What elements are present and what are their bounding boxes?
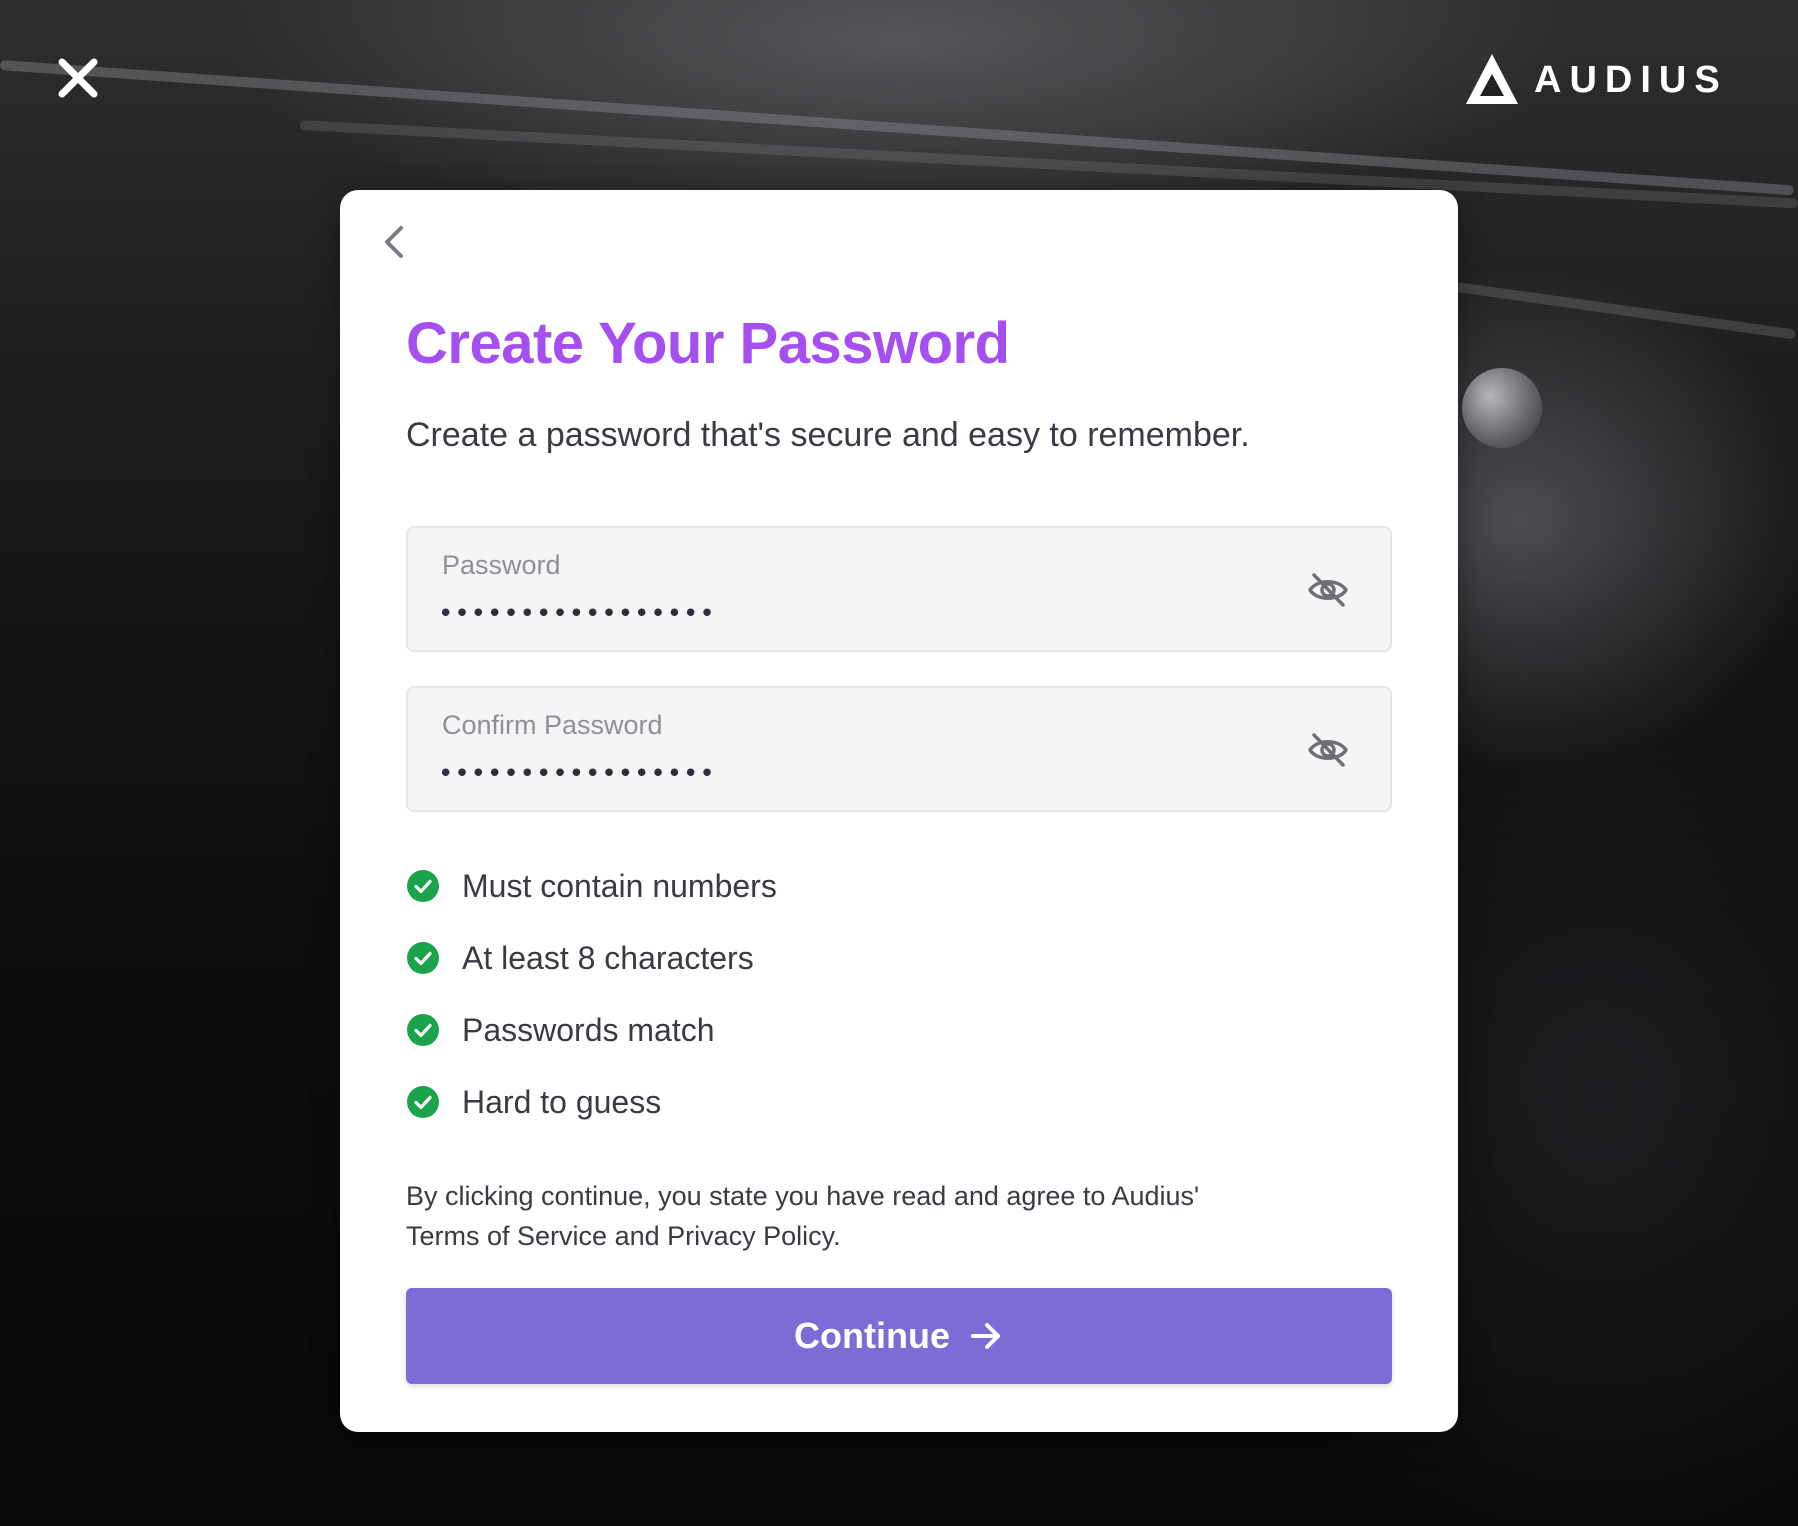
continue-button[interactable]: Continue [406,1288,1392,1384]
check-circle-icon [407,1014,439,1046]
logo-text: AUDIUS [1534,58,1728,101]
arrow-right-icon [970,1323,1000,1349]
toggle-confirm-password-visibility-button[interactable] [1306,730,1350,770]
requirement-text: Passwords match [462,1011,715,1048]
password-requirements: Must contain numbers At least 8 characte… [406,850,777,1138]
page-subtitle: Create a password that's secure and easy… [406,416,1250,454]
requirement-text: Must contain numbers [462,867,777,904]
requirement-item: At least 8 characters [406,922,777,994]
check-circle-icon [407,870,439,902]
requirement-text: At least 8 characters [462,939,754,976]
password-label: Password [442,550,561,580]
eye-off-icon [1308,733,1348,767]
toggle-password-visibility-button[interactable] [1306,570,1350,610]
chevron-left-icon [385,226,403,258]
confirm-password-input[interactable] [438,752,1258,796]
legal-conjunction: and [607,1221,668,1251]
password-input[interactable] [438,592,1258,636]
audius-logo: AUDIUS [1464,50,1728,110]
back-button[interactable] [376,222,416,262]
requirement-item: Passwords match [406,994,777,1066]
confirm-password-label: Confirm Password [442,710,663,740]
terms-of-service-link[interactable]: Terms of Service [406,1221,607,1251]
audius-logo-icon [1466,54,1518,104]
eye-off-icon [1308,573,1348,607]
requirement-item: Hard to guess [406,1066,777,1138]
requirement-item: Must contain numbers [406,850,777,922]
check-circle-icon [407,1086,439,1118]
password-field[interactable]: Password [406,526,1392,652]
legal-notice: By clicking continue, you state you have… [406,1176,1306,1256]
continue-label: Continue [794,1315,950,1356]
create-password-modal: Create Your Password Create a password t… [340,190,1458,1432]
page-title: Create Your Password [406,311,1010,376]
close-icon [58,58,98,98]
privacy-policy-link[interactable]: Privacy Policy [667,1221,833,1251]
close-button[interactable] [56,56,100,100]
legal-prefix: By clicking continue, you state you have… [406,1181,1200,1211]
disco-ball [1462,368,1542,448]
requirement-text: Hard to guess [462,1083,662,1120]
legal-suffix: . [833,1221,841,1251]
confirm-password-field[interactable]: Confirm Password [406,686,1392,812]
check-circle-icon [407,942,439,974]
